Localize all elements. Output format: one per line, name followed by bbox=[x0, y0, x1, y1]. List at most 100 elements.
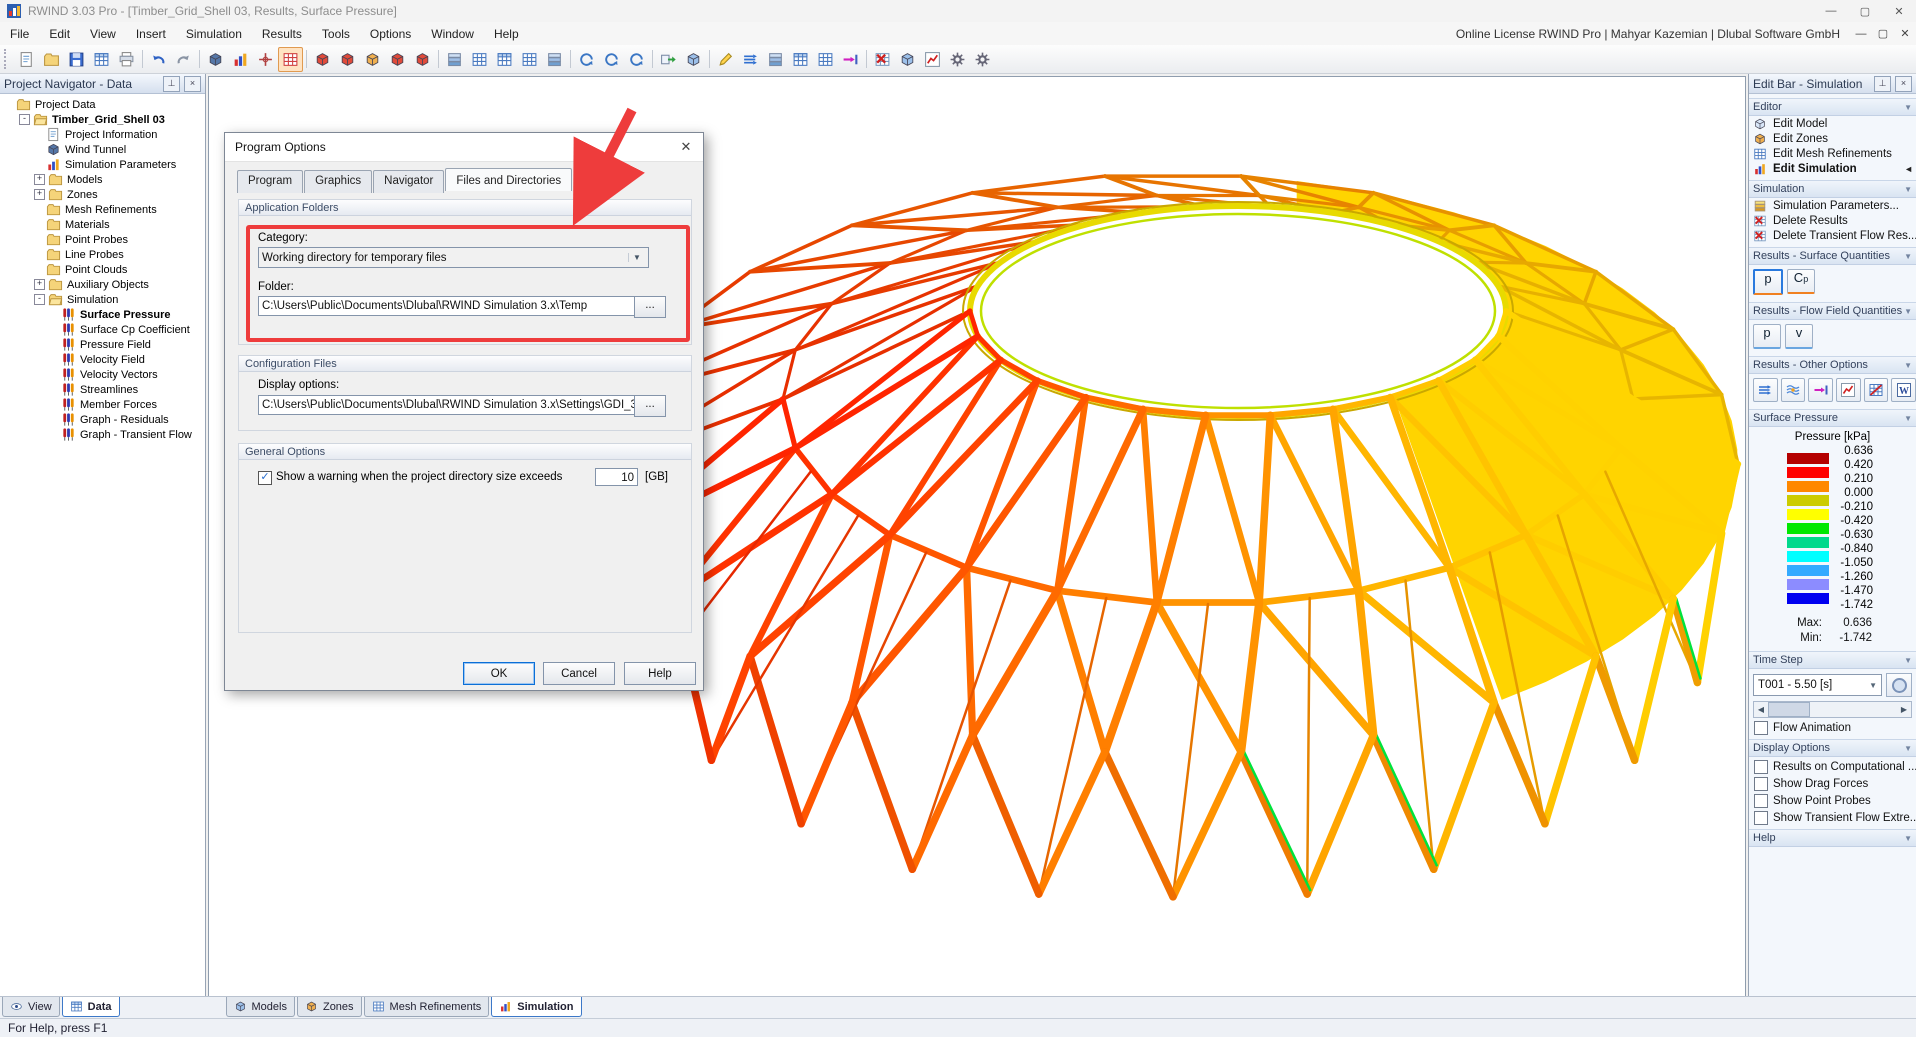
tree-item-mesh-refinements[interactable]: Mesh Refinements bbox=[0, 202, 205, 217]
help-button[interactable]: Help bbox=[624, 662, 696, 685]
edit-bar-item-edit-zones[interactable]: Edit Zones bbox=[1749, 131, 1916, 146]
flow-animation-checkbox[interactable] bbox=[1754, 721, 1768, 735]
section-header-help[interactable]: Help▼ bbox=[1749, 829, 1916, 847]
panel-views-icon[interactable] bbox=[442, 47, 467, 72]
expand-icon[interactable]: + bbox=[34, 174, 45, 185]
cancel-button[interactable]: Cancel bbox=[543, 662, 615, 685]
close-panel-icon[interactable]: × bbox=[1895, 76, 1912, 92]
dialog-title-bar[interactable]: Program Options ✕ bbox=[225, 133, 703, 162]
pin-icon[interactable]: ⊥ bbox=[163, 76, 180, 92]
viewport-tab-mesh-refinements[interactable]: Mesh Refinements bbox=[364, 997, 490, 1017]
result-tables-icon[interactable] bbox=[788, 47, 813, 72]
viewport-tab-simulation[interactable]: Simulation bbox=[491, 997, 581, 1017]
tree-item-surface-cp-coefficient[interactable]: Surface Cp Coefficient bbox=[0, 322, 205, 337]
velocity-vectors-icon[interactable] bbox=[1753, 378, 1778, 402]
undo-icon[interactable] bbox=[146, 47, 171, 72]
scroll-right-icon[interactable]: ▶ bbox=[1897, 705, 1911, 714]
warning-checkbox[interactable]: ✓ bbox=[258, 471, 272, 485]
tree-item-line-probes[interactable]: Line Probes bbox=[0, 247, 205, 262]
tree-item-auxiliary-objects[interactable]: +Auxiliary Objects bbox=[0, 277, 205, 292]
tree-item-project-information[interactable]: Project Information bbox=[0, 127, 205, 142]
results-on-computational-checkbox[interactable] bbox=[1754, 760, 1768, 774]
child-minimize-icon[interactable]: — bbox=[1850, 28, 1872, 40]
model-wireframe-icon[interactable] bbox=[335, 47, 360, 72]
menu-item-window[interactable]: Window bbox=[421, 24, 484, 44]
tab-files-and-directories[interactable]: Files and Directories bbox=[445, 168, 572, 191]
member-forces-icon[interactable] bbox=[1808, 378, 1833, 402]
section-header-time-step[interactable]: Time Step▼ bbox=[1749, 651, 1916, 669]
more-tools-icon[interactable] bbox=[970, 47, 995, 72]
surface-pressure-button[interactable]: p bbox=[1753, 269, 1783, 295]
velocity-field-button[interactable]: v bbox=[1785, 324, 1813, 349]
minimize-icon[interactable]: — bbox=[1814, 0, 1848, 22]
display-options-field[interactable]: C:\Users\Public\Documents\Dlubal\RWIND S… bbox=[258, 395, 636, 415]
menu-item-options[interactable]: Options bbox=[360, 24, 421, 44]
collapse-icon[interactable]: - bbox=[34, 294, 45, 305]
menu-item-tools[interactable]: Tools bbox=[312, 24, 360, 44]
edit-bar-item-edit-simulation[interactable]: Edit Simulation◄ bbox=[1749, 161, 1916, 176]
menu-item-edit[interactable]: Edit bbox=[39, 24, 80, 44]
residual-graph-icon[interactable] bbox=[920, 47, 945, 72]
tree-item-simulation[interactable]: -Simulation bbox=[0, 292, 205, 307]
tree-item-point-probes[interactable]: Point Probes bbox=[0, 232, 205, 247]
toolbar-grip[interactable] bbox=[4, 49, 11, 69]
surface-pressure-results-icon[interactable] bbox=[278, 47, 303, 72]
menu-item-help[interactable]: Help bbox=[484, 24, 529, 44]
flow-streams-icon[interactable] bbox=[738, 47, 763, 72]
streamlines-icon[interactable] bbox=[1781, 378, 1806, 402]
section-header-editor[interactable]: Editor▼ bbox=[1749, 98, 1916, 116]
dialog-close-icon[interactable]: ✕ bbox=[669, 135, 703, 159]
close-icon[interactable]: ✕ bbox=[1882, 0, 1916, 22]
new-project-icon[interactable] bbox=[14, 47, 39, 72]
expand-icon[interactable]: + bbox=[34, 279, 45, 290]
section-header-surface-pressure[interactable]: Surface Pressure▼ bbox=[1749, 409, 1916, 427]
folder-field[interactable]: C:\Users\Public\Documents\Dlubal\RWIND S… bbox=[258, 296, 636, 316]
save-icon[interactable] bbox=[64, 47, 89, 72]
navigator-tab-data[interactable]: Data bbox=[62, 997, 120, 1017]
tree-item-surface-pressure[interactable]: Surface Pressure bbox=[0, 307, 205, 322]
tree-item-graph-residuals[interactable]: Graph - Residuals bbox=[0, 412, 205, 427]
size-limit-field[interactable]: 10 bbox=[595, 468, 638, 486]
redo-icon[interactable] bbox=[171, 47, 196, 72]
browse-folder-button[interactable]: ... bbox=[634, 296, 666, 318]
edit-bar-item-simulation-parameters[interactable]: Simulation Parameters... bbox=[1749, 198, 1916, 213]
menu-item-file[interactable]: File bbox=[0, 24, 39, 44]
model-solid-icon[interactable] bbox=[310, 47, 335, 72]
surface-cp-button[interactable]: Cp bbox=[1787, 269, 1815, 294]
viewport-tab-zones[interactable]: Zones bbox=[297, 997, 362, 1017]
tree-item-graph-transient-flow[interactable]: Graph - Transient Flow bbox=[0, 427, 205, 442]
tree-item-timber-grid-shell-03[interactable]: -Timber_Grid_Shell 03 bbox=[0, 112, 205, 127]
report-icon[interactable]: W bbox=[1891, 378, 1916, 402]
tree-item-point-clouds[interactable]: Point Clouds bbox=[0, 262, 205, 277]
layer-manager-icon[interactable] bbox=[763, 47, 788, 72]
probe-vector-icon[interactable] bbox=[838, 47, 863, 72]
highlighter-icon[interactable] bbox=[713, 47, 738, 72]
scrollbar-thumb[interactable] bbox=[1768, 702, 1810, 717]
section-header-display-options[interactable]: Display Options▼ bbox=[1749, 739, 1916, 757]
collapse-icon[interactable]: - bbox=[19, 114, 30, 125]
animation-settings-button[interactable] bbox=[1886, 673, 1912, 697]
tree-item-zones[interactable]: +Zones bbox=[0, 187, 205, 202]
rotate-view-icon[interactable] bbox=[574, 47, 599, 72]
menu-item-simulation[interactable]: Simulation bbox=[176, 24, 252, 44]
section-header-results-surface-quantities[interactable]: Results - Surface Quantities▼ bbox=[1749, 247, 1916, 265]
show-point-probes-checkbox[interactable] bbox=[1754, 794, 1768, 808]
child-restore-icon[interactable]: ▢ bbox=[1872, 27, 1894, 40]
tree-item-streamlines[interactable]: Streamlines bbox=[0, 382, 205, 397]
expand-icon[interactable]: + bbox=[34, 189, 45, 200]
mesh-settings-icon[interactable] bbox=[813, 47, 838, 72]
simulation-parameters-icon[interactable] bbox=[228, 47, 253, 72]
clipping-box-icon[interactable] bbox=[895, 47, 920, 72]
edit-bar-item-delete-transient-flow-res[interactable]: Delete Transient Flow Res... bbox=[1749, 228, 1916, 243]
display-settings-icon[interactable] bbox=[945, 47, 970, 72]
time-step-select[interactable]: T001 - 5.50 [s]▼ bbox=[1753, 674, 1882, 696]
tree-item-member-forces[interactable]: Member Forces bbox=[0, 397, 205, 412]
open-project-icon[interactable] bbox=[39, 47, 64, 72]
graph-transient-flow-icon[interactable] bbox=[1864, 378, 1889, 402]
edit-bar-item-delete-results[interactable]: Delete Results bbox=[1749, 213, 1916, 228]
pin-icon[interactable]: ⊥ bbox=[1874, 76, 1891, 92]
tab-program[interactable]: Program bbox=[237, 170, 303, 193]
tab-graphics[interactable]: Graphics bbox=[304, 170, 372, 193]
tab-navigator[interactable]: Navigator bbox=[373, 170, 444, 193]
tree-item-models[interactable]: +Models bbox=[0, 172, 205, 187]
